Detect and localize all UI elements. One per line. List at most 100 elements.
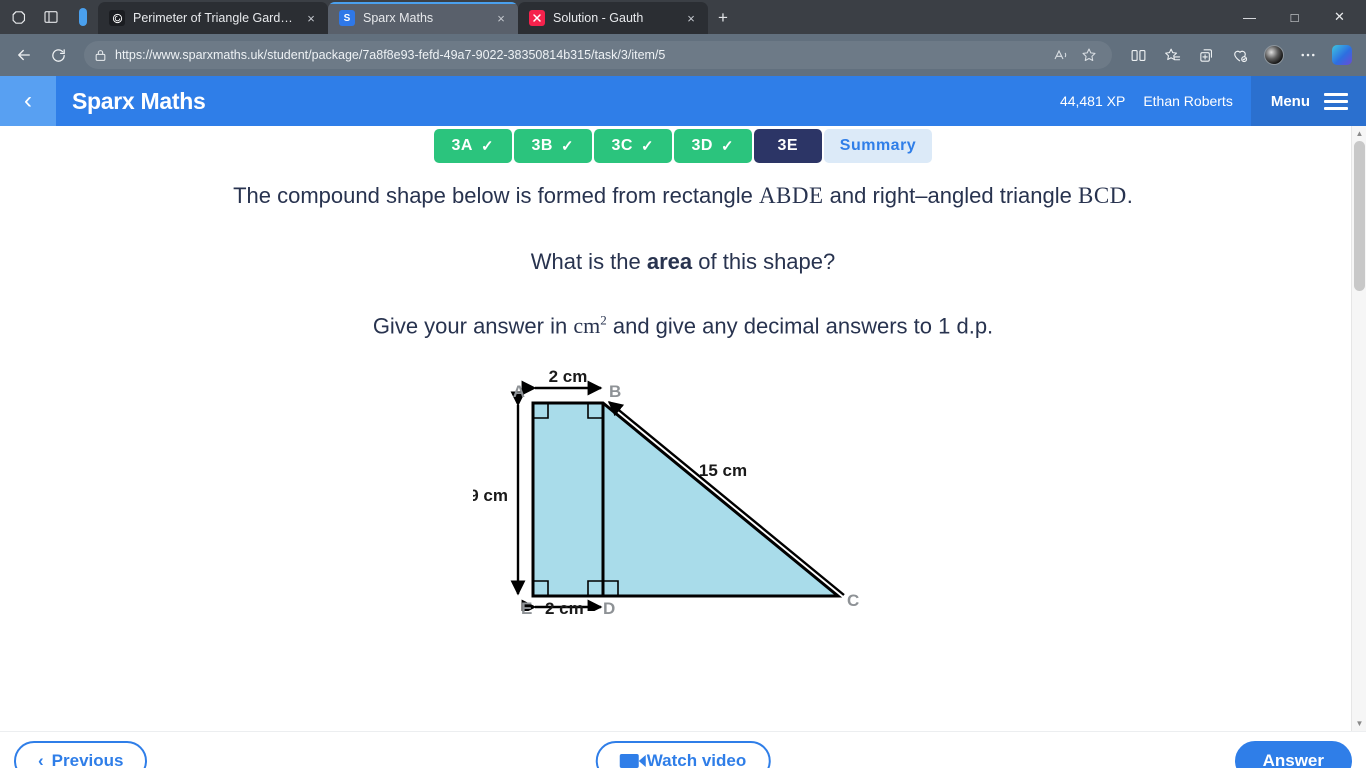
copilot-glyph [1332, 45, 1352, 65]
scroll-down-arrow-icon[interactable]: ▼ [1352, 716, 1366, 731]
browser-tab-2[interactable]: S Sparx Maths × [328, 2, 518, 34]
task-tab-3b[interactable]: 3B ✓ [513, 129, 592, 163]
task-tab-summary-label: Summary [839, 137, 917, 154]
browser-tab-1[interactable]: Perimeter of Triangle Garden × [98, 2, 328, 34]
unit-cm: cm [573, 313, 601, 339]
scroll-up-arrow-icon[interactable]: ▲ [1352, 126, 1366, 141]
answer-button-label: Answer [1262, 750, 1324, 768]
task-tab-3d[interactable]: 3D ✓ [673, 129, 752, 163]
back-button[interactable] [8, 39, 40, 71]
read-aloud-icon[interactable] [1048, 43, 1074, 67]
check-icon: ✓ [720, 138, 735, 155]
minimize-button[interactable]: — [1227, 0, 1272, 34]
split-screen-icon[interactable] [1122, 39, 1154, 71]
browser-tab-3-close-icon[interactable]: × [682, 11, 700, 26]
task-tab-3a[interactable]: 3A ✓ [433, 129, 512, 163]
check-icon: ✓ [480, 138, 495, 155]
avatar [1264, 45, 1284, 65]
question-line-3-part-b: and give any decimal answers to 1 d.p. [606, 313, 994, 339]
xp-counter: 44,481 XP [1059, 93, 1126, 109]
vertex-label-b: B [609, 382, 621, 401]
question-line-1: The compound shape below is formed from … [120, 179, 1246, 213]
task-tab-3e[interactable]: 3E [753, 129, 822, 163]
task-tab-3c[interactable]: 3C ✓ [593, 129, 672, 163]
browser-tab-2-title: Sparx Maths [363, 11, 434, 25]
copilot-icon[interactable] [1326, 39, 1358, 71]
chevron-left-icon: ‹ [38, 750, 44, 768]
window-controls: — □ ✕ [1227, 0, 1366, 34]
browser-tab-2-close-icon[interactable]: × [492, 11, 510, 26]
menu-button[interactable]: Menu [1250, 76, 1366, 126]
question-text: The compound shape below is formed from … [0, 179, 1366, 339]
app-header-right: 44,481 XP Ethan Roberts Menu [1060, 76, 1366, 126]
task-tab-3a-label: 3A [451, 137, 473, 154]
question-line-2-emphasis: area [646, 249, 693, 274]
check-icon: ✓ [640, 138, 655, 155]
shape-label-abde: ABDE [758, 183, 824, 208]
profile-avatar[interactable] [1258, 39, 1290, 71]
previous-button-label: Previous [51, 750, 124, 768]
previous-button[interactable]: ‹ Previous [14, 740, 148, 768]
hamburger-icon [1324, 92, 1348, 110]
vertex-label-d: D [603, 599, 616, 619]
browser-tab-3-title: Solution - Gauth [553, 11, 644, 25]
dimension-label-ab: 2 cm [549, 367, 588, 386]
task-tab-summary[interactable]: Summary [823, 129, 933, 163]
watch-video-label: Watch video [646, 750, 747, 768]
task-tabs: 3A ✓ 3B ✓ 3C ✓ 3D ✓ 3E Summary [0, 126, 1366, 163]
vertex-label-a: A [513, 382, 525, 401]
app-back-button[interactable]: ‹ [0, 76, 56, 126]
collections-icon[interactable] [1190, 39, 1222, 71]
question-content: 3A ✓ 3B ✓ 3C ✓ 3D ✓ 3E Summary The compo… [0, 126, 1366, 731]
vertex-label-e: E [521, 599, 533, 619]
check-icon: ✓ [560, 138, 575, 155]
scrollbar-thumb[interactable] [1354, 141, 1365, 291]
browser-tab-1-close-icon[interactable]: × [302, 11, 320, 26]
question-line-2-part-b: of this shape? [692, 249, 836, 274]
url-text: https://www.sparxmaths.uk/student/packag… [115, 48, 666, 62]
lock-icon [94, 49, 107, 62]
browser-toolbar: https://www.sparxmaths.uk/student/packag… [0, 34, 1366, 76]
vertex-label-c: C [847, 591, 859, 610]
new-tab-button[interactable]: + [708, 2, 738, 34]
maximize-button[interactable]: □ [1272, 0, 1317, 34]
tabstrip-left-icons [0, 0, 98, 34]
dimension-label-bc: 15 cm [699, 461, 747, 480]
compound-shape-fill [531, 401, 843, 598]
omnibox-actions [1048, 43, 1102, 67]
question-line-1-part-a: The compound shape below is formed from … [233, 183, 759, 208]
shape-label-bcd: BCD [1077, 183, 1127, 208]
task-tab-3d-label: 3D [691, 137, 713, 154]
question-line-2-part-a: What is the [530, 249, 647, 274]
app-brand-title: Sparx Maths [72, 87, 206, 114]
vertical-tabs-marker[interactable] [72, 6, 94, 28]
answer-button[interactable]: Answer [1234, 740, 1352, 768]
favorite-star-icon[interactable] [1076, 43, 1102, 67]
task-tab-3b-label: 3B [531, 137, 553, 154]
active-tab-indicator [328, 2, 518, 4]
app-header: ‹ Sparx Maths 44,481 XP Ethan Roberts Me… [0, 76, 1366, 126]
unit-cm-squared: cm2 [573, 313, 606, 338]
figure-container: 2 cm 9 cm 15 cm A B C E 2 cm D [0, 361, 1366, 618]
close-window-button[interactable]: ✕ [1317, 0, 1362, 34]
browser-tab-1-title: Perimeter of Triangle Garden [133, 11, 294, 25]
browser-tab-strip: Perimeter of Triangle Garden × S Sparx M… [0, 0, 1366, 34]
question-line-2: What is the area of this shape? [120, 249, 1246, 275]
page-scrollbar[interactable]: ▲ ▼ [1351, 126, 1366, 731]
menu-label: Menu [1270, 92, 1310, 110]
tab-actions-icon[interactable] [40, 6, 62, 28]
watch-video-button[interactable]: Watch video [595, 740, 771, 768]
dimension-label-ae: 9 cm [473, 486, 508, 505]
browser-tab-3[interactable]: Solution - Gauth × [518, 2, 708, 34]
task-tab-3c-label: 3C [611, 137, 633, 154]
question-line-3-part-a: Give your answer in [372, 313, 574, 339]
reload-button[interactable] [42, 39, 74, 71]
task-tab-3e-label: 3E [777, 137, 799, 154]
question-line-1-part-b: and right–angled triangle [823, 183, 1078, 208]
workspaces-icon[interactable] [8, 6, 30, 28]
question-line-3: Give your answer in cm2 and give any dec… [120, 313, 1246, 339]
browser-essentials-icon[interactable] [1224, 39, 1256, 71]
address-bar[interactable]: https://www.sparxmaths.uk/student/packag… [84, 41, 1112, 69]
more-options-icon[interactable] [1292, 39, 1324, 71]
favorites-icon[interactable] [1156, 39, 1188, 71]
